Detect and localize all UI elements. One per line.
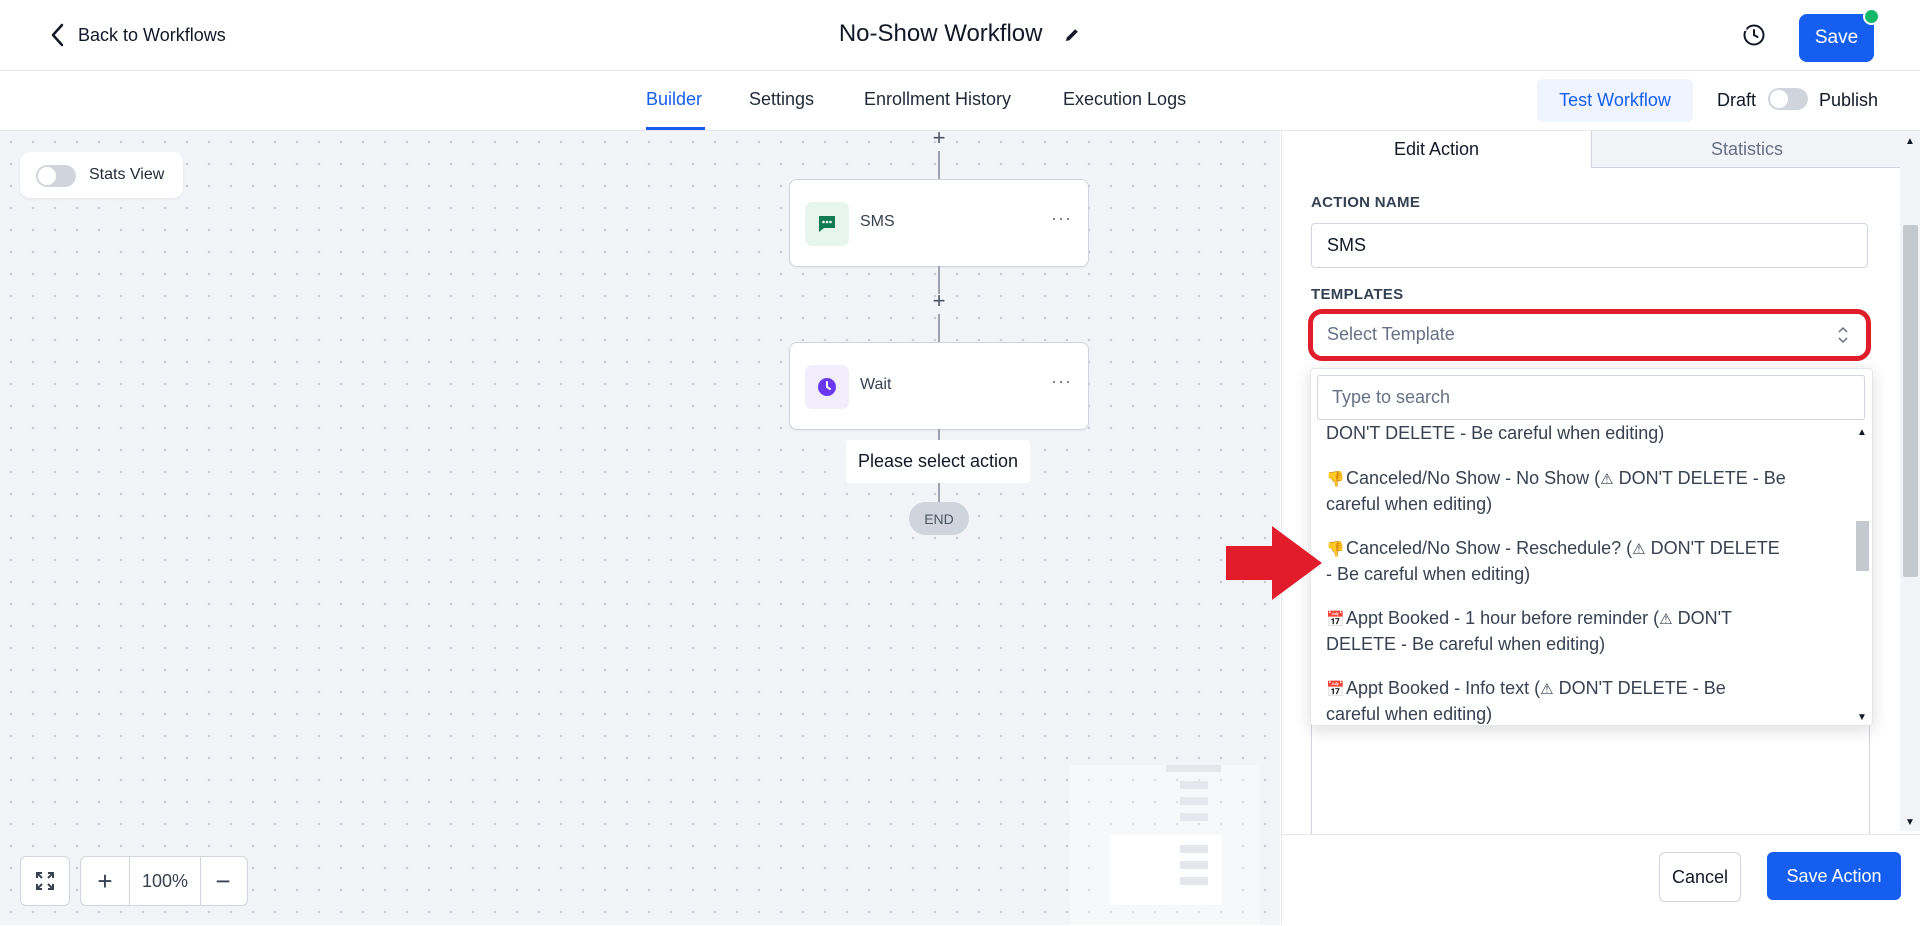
templates-label: TEMPLATES	[1311, 286, 1404, 303]
warning-icon: ⚠	[1600, 471, 1614, 488]
action-name-input[interactable]: SMS	[1311, 223, 1868, 268]
panel-footer: Cancel Save Action	[1282, 834, 1920, 926]
warning-icon: ⚠	[1659, 611, 1673, 628]
template-dropdown: Type to search DON'T DELETE - Be careful…	[1310, 368, 1873, 726]
stats-view-control: Stats View	[20, 152, 183, 198]
tab-execution-logs[interactable]: Execution Logs	[1063, 89, 1186, 110]
action-name-label: ACTION NAME	[1311, 194, 1421, 211]
scrollbar-thumb[interactable]	[1903, 225, 1918, 577]
sms-node[interactable]: SMS ···	[789, 179, 1089, 267]
unsaved-indicator-dot	[1863, 8, 1880, 25]
dropdown-scrollbar[interactable]: ▲ ▼	[1851, 425, 1872, 725]
chat-icon	[805, 202, 849, 246]
history-icon[interactable]	[1741, 22, 1767, 48]
template-option-text: DON'T DELETE - Be careful when editing)	[1326, 425, 1665, 443]
workflow-title-text: No-Show Workflow	[838, 20, 1043, 47]
wait-node-label: Wait	[860, 376, 892, 393]
connector-line	[938, 151, 940, 179]
draft-label: Draft	[1717, 90, 1757, 110]
more-options-icon[interactable]: ···	[1051, 371, 1072, 392]
tab-builder[interactable]: Builder	[646, 89, 702, 110]
publish-toggle[interactable]	[1768, 88, 1808, 110]
highlight-outline	[1308, 309, 1871, 361]
panel-scrollbar[interactable]: ▲ ▼	[1900, 131, 1920, 831]
scroll-down-icon[interactable]: ▼	[1905, 817, 1915, 828]
publish-label: Publish	[1819, 90, 1879, 110]
sms-node-label: SMS	[860, 213, 895, 230]
stats-view-toggle[interactable]	[36, 165, 76, 187]
template-option-text: DON'T DELETE	[1645, 538, 1780, 558]
template-option-text: - Be careful when editing)	[1326, 564, 1531, 584]
warning-icon: ⚠	[1540, 681, 1554, 698]
connector-line	[938, 314, 940, 342]
zoom-in-button[interactable]: +	[81, 857, 129, 905]
template-option-text: careful when editing)	[1326, 704, 1493, 724]
calendar-icon: 📅	[1326, 611, 1345, 628]
workflow-title: No-Show Workflow	[0, 20, 1920, 48]
tab-statistics[interactable]: Statistics	[1591, 131, 1902, 168]
red-arrow-annotation	[1226, 526, 1322, 600]
scroll-up-icon[interactable]: ▲	[1857, 427, 1867, 438]
zoom-out-button[interactable]: −	[199, 857, 247, 905]
template-option-text: Canceled/No Show - No Show (	[1346, 468, 1601, 488]
cancel-button[interactable]: Cancel	[1659, 852, 1741, 902]
calendar-icon: 📅	[1326, 681, 1345, 698]
stats-view-label: Stats View	[89, 166, 165, 183]
scroll-down-icon[interactable]: ▼	[1857, 712, 1867, 723]
workflow-tabs-bar: Builder Settings Enrollment History Exec…	[0, 71, 1920, 131]
zoom-controls: + 100% −	[80, 856, 248, 906]
tab-enrollment-history[interactable]: Enrollment History	[864, 89, 1011, 110]
template-option-text: Appt Booked - Info text (	[1346, 678, 1541, 698]
wait-node[interactable]: Wait ···	[789, 342, 1089, 430]
template-option[interactable]: DON'T DELETE - Be careful when editing)	[1326, 425, 1826, 446]
fullscreen-button[interactable]	[20, 856, 70, 906]
workflow-canvas[interactable]: Stats View + SMS ··· + Wait ··· Please s…	[0, 125, 1280, 925]
save-button[interactable]: Save	[1799, 14, 1874, 62]
template-option-text: DELETE - Be careful when editing)	[1326, 634, 1606, 654]
template-option-text: DON'T DELETE - Be	[1613, 468, 1786, 488]
top-header: Back to Workflows No-Show Workflow Save	[0, 0, 1920, 71]
template-option-text: DON'T	[1672, 608, 1733, 628]
active-tab-underline	[646, 127, 705, 130]
tab-edit-action[interactable]: Edit Action	[1282, 131, 1591, 167]
template-option[interactable]: 📅Appt Booked - Info text (⚠ DON'T DELETE…	[1326, 676, 1826, 725]
template-option[interactable]: 📅Appt Booked - 1 hour before reminder (⚠…	[1326, 606, 1826, 657]
end-node: END	[909, 502, 969, 535]
template-option-text: DON'T DELETE - Be	[1553, 678, 1726, 698]
tab-settings[interactable]: Settings	[749, 89, 814, 110]
warning-icon: ⚠	[1632, 541, 1646, 558]
save-action-button[interactable]: Save Action	[1767, 852, 1901, 900]
thumbs-down-icon: 👎	[1326, 541, 1345, 558]
template-search-input[interactable]: Type to search	[1317, 375, 1865, 420]
pencil-icon[interactable]	[1063, 26, 1081, 44]
add-step-plus[interactable]: +	[929, 288, 949, 314]
connector-line	[938, 483, 940, 503]
zoom-level: 100%	[129, 857, 201, 905]
minimap[interactable]	[1070, 765, 1260, 925]
template-option-text: Canceled/No Show - Reschedule? (	[1346, 538, 1633, 558]
scroll-up-icon[interactable]: ▲	[1905, 136, 1915, 147]
template-option[interactable]: 👎Canceled/No Show - Reschedule? (⚠ DON'T…	[1326, 536, 1826, 587]
select-action-placeholder[interactable]: Please select action	[846, 440, 1030, 483]
clock-icon	[805, 365, 849, 409]
thumbs-down-icon: 👎	[1326, 471, 1345, 488]
template-option-text: Appt Booked - 1 hour before reminder (	[1346, 608, 1660, 628]
more-options-icon[interactable]: ···	[1051, 208, 1072, 229]
template-option[interactable]: 👎Canceled/No Show - No Show (⚠ DON'T DEL…	[1326, 466, 1826, 517]
expand-icon	[36, 872, 54, 890]
template-list: DON'T DELETE - Be careful when editing) …	[1311, 425, 1851, 725]
test-workflow-button[interactable]: Test Workflow	[1537, 79, 1693, 122]
add-step-plus[interactable]: +	[929, 125, 949, 151]
template-option-text: careful when editing)	[1326, 494, 1493, 514]
dropdown-scrollbar-thumb[interactable]	[1856, 521, 1869, 571]
